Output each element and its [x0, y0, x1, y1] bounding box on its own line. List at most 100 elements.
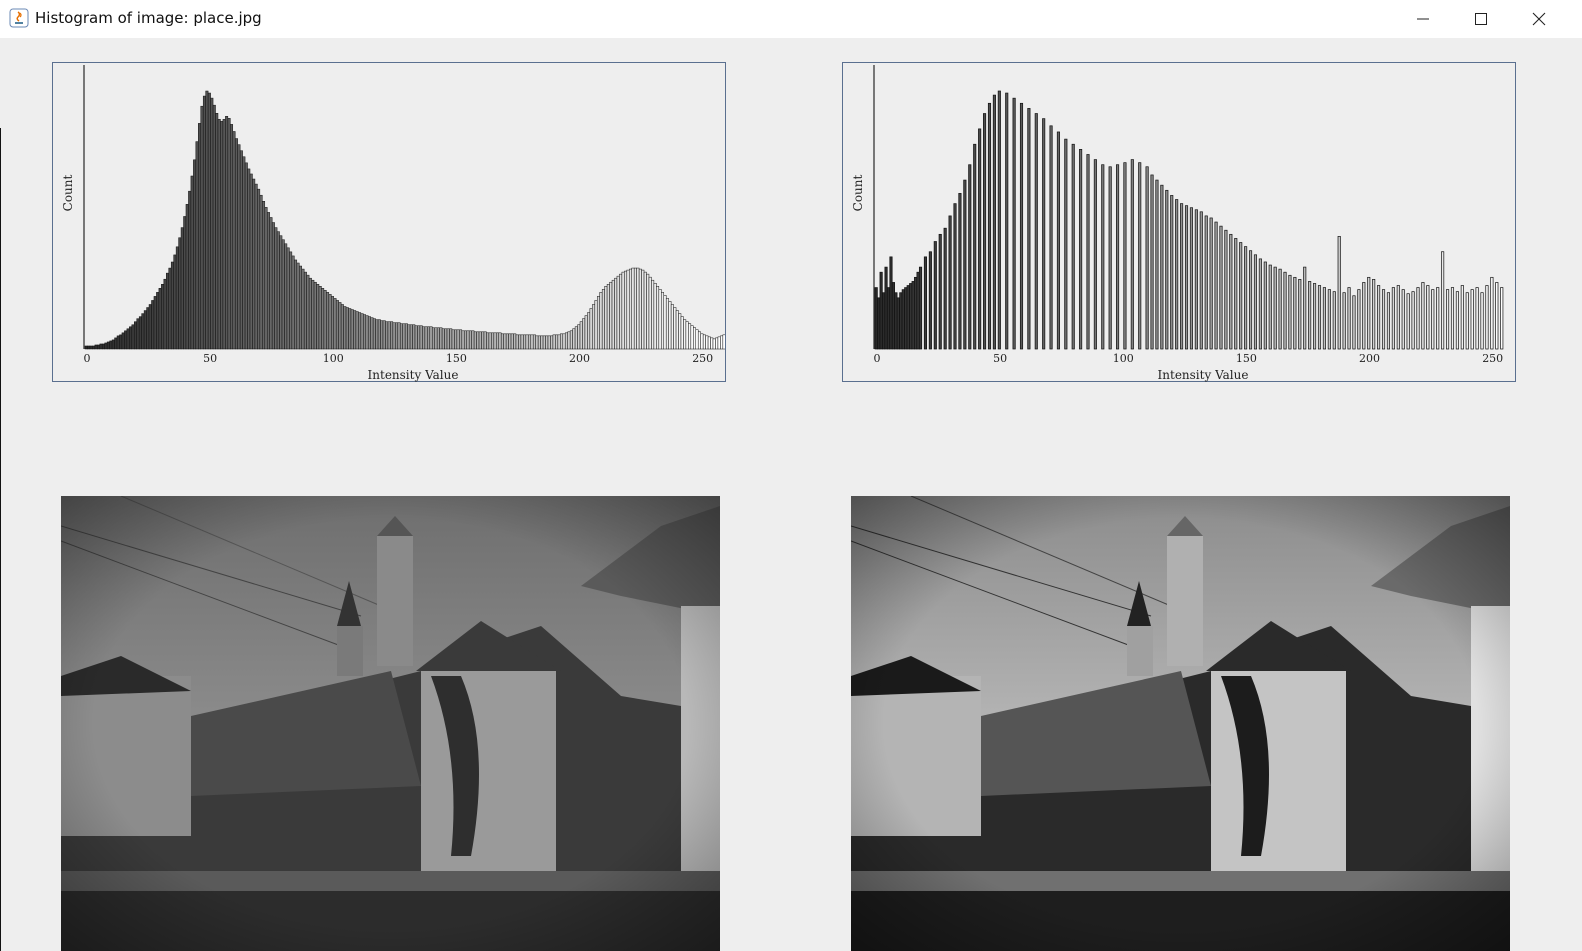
histogram-bar — [1436, 287, 1440, 350]
histogram-bar — [670, 304, 674, 350]
histogram-bar — [577, 324, 581, 350]
histogram-bar — [424, 326, 428, 350]
histogram-bar — [886, 287, 891, 350]
histogram-bar — [306, 274, 310, 350]
histogram-bar — [483, 331, 487, 350]
histogram-bar — [205, 90, 209, 350]
histogram-bar — [1042, 118, 1046, 350]
histogram-bar — [456, 329, 460, 350]
histogram-bar — [183, 216, 187, 350]
histogram-bar — [609, 281, 613, 350]
histogram-bar — [978, 128, 982, 350]
histogram-bar — [1138, 162, 1142, 350]
histogram-bar — [508, 333, 512, 350]
histogram-bar — [156, 292, 160, 350]
histogram-bar — [87, 345, 91, 350]
histogram-bar — [367, 316, 371, 350]
histogram-bar — [473, 331, 477, 350]
x-tick-label: 0 — [84, 352, 91, 365]
histogram-bar — [525, 334, 529, 350]
close-button[interactable] — [1510, 0, 1568, 38]
histogram-bar — [311, 279, 315, 350]
histogram-bar — [933, 241, 937, 350]
histogram-bar — [266, 212, 270, 350]
histogram-bar — [227, 118, 231, 350]
x-tick-label: 0 — [874, 352, 881, 365]
histogram-bar — [136, 318, 140, 350]
histogram-bar — [901, 289, 905, 350]
histogram-bar — [365, 315, 369, 350]
histogram-bar — [584, 315, 588, 350]
histogram-bar — [239, 150, 243, 350]
histogram-bar — [1086, 154, 1090, 350]
histogram-bar — [1199, 211, 1203, 350]
histogram-bar — [478, 331, 482, 350]
histogram-bar — [299, 265, 302, 350]
histogram-bar — [313, 281, 317, 350]
histogram-bar — [436, 327, 440, 350]
histogram-bar — [432, 327, 435, 350]
histogram-bar — [340, 304, 344, 350]
histogram-bar — [968, 164, 972, 350]
histogram-bar — [262, 201, 266, 350]
histogram-bar — [193, 159, 197, 350]
histogram-bar — [377, 319, 381, 350]
histogram-bar — [564, 332, 568, 350]
histogram-bar — [621, 271, 625, 350]
histogram-bar — [1293, 276, 1297, 350]
histogram-bar — [237, 144, 241, 350]
histogram-bar — [129, 326, 133, 350]
histogram-bar — [700, 333, 704, 350]
histogram-bar — [476, 331, 480, 350]
histogram-bar — [909, 283, 913, 350]
histogram-bar — [675, 310, 679, 350]
histogram-bar — [190, 175, 194, 350]
histogram-bar — [1416, 287, 1420, 350]
histogram-bar — [1460, 285, 1464, 350]
histogram-bar — [963, 179, 967, 350]
histogram-bar — [331, 296, 334, 350]
equalized-image — [851, 496, 1510, 951]
histogram-bar — [343, 306, 347, 350]
histogram-bar — [106, 341, 110, 350]
histogram-bar — [1064, 138, 1068, 350]
histogram-bar — [1160, 184, 1164, 350]
histogram-bar — [101, 343, 105, 350]
histogram-bar — [392, 322, 396, 350]
histogram-bar — [678, 313, 682, 350]
histogram-bar — [198, 123, 201, 350]
histogram-bar — [141, 313, 145, 350]
histogram-bar — [520, 334, 524, 350]
x-tick-label: 100 — [1113, 352, 1134, 365]
histogram-bar — [552, 334, 556, 350]
histogram-bar — [914, 276, 918, 350]
histogram-bar — [1313, 283, 1317, 350]
histogram-bar — [230, 124, 234, 350]
histogram-bar — [417, 325, 421, 350]
histogram-bar — [441, 328, 445, 350]
histogram-bar — [116, 335, 120, 350]
histogram-bar — [429, 326, 433, 350]
histogram-bar — [232, 131, 236, 350]
histogram-bar — [879, 271, 883, 350]
histogram-bar — [385, 321, 389, 350]
minimize-button[interactable] — [1394, 0, 1452, 38]
histogram-bar — [604, 286, 608, 350]
histogram-bar — [904, 287, 908, 350]
histogram-bar — [624, 270, 628, 350]
maximize-button[interactable] — [1452, 0, 1510, 38]
histogram-bar — [653, 282, 657, 350]
histogram-bar — [1170, 195, 1174, 350]
histogram-bar — [446, 328, 450, 350]
histogram-bar — [557, 334, 561, 350]
histogram-bar — [151, 300, 155, 350]
histogram-bar — [1332, 291, 1336, 350]
histogram-bar — [1322, 287, 1326, 350]
histogram-bar — [938, 233, 942, 350]
histogram-bar — [1426, 285, 1430, 350]
histogram-bar — [1155, 179, 1159, 350]
histogram-bar — [688, 323, 692, 350]
histogram-bar — [636, 267, 640, 350]
histogram-bar — [665, 298, 669, 350]
x-tick-label: 50 — [993, 352, 1007, 365]
